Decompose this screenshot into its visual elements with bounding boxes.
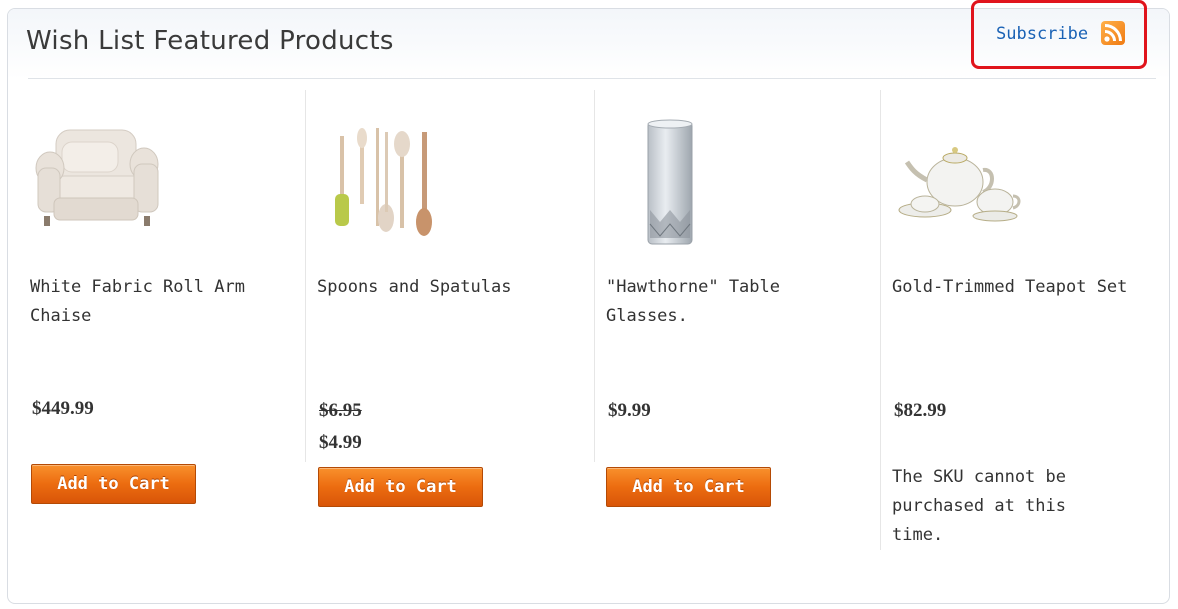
product-image-teapot-set[interactable] — [895, 140, 1030, 229]
column-divider — [880, 90, 881, 550]
product-image-glass[interactable] — [640, 118, 700, 252]
product-price: $9.99 — [608, 400, 651, 421]
column-divider — [305, 90, 306, 462]
product-image-armchair[interactable] — [34, 124, 164, 238]
header-divider — [28, 78, 1156, 79]
product-name[interactable]: Spoons and Spatulas — [317, 273, 577, 302]
add-to-cart-button[interactable]: Add to Cart — [318, 467, 483, 507]
product-price: $82.99 — [894, 400, 947, 421]
sku-unavailable-message: The SKU cannot be purchased at this time… — [892, 467, 1066, 545]
product-price: $4.99 — [319, 432, 362, 453]
add-to-cart-button[interactable]: Add to Cart — [31, 464, 196, 504]
product-name[interactable]: Gold-Trimmed Teapot Set — [892, 273, 1152, 302]
column-divider — [594, 90, 595, 462]
widget-title: Wish List Featured Products — [26, 26, 394, 56]
product-name[interactable]: White Fabric Roll Arm Chaise — [30, 273, 280, 331]
rss-icon[interactable] — [1101, 21, 1125, 45]
subscribe-link[interactable]: Subscribe — [996, 24, 1088, 44]
product-name[interactable]: "Hawthorne" Table Glasses. — [606, 273, 846, 331]
product-old-price: $6.95 — [319, 400, 362, 421]
add-to-cart-button[interactable]: Add to Cart — [606, 467, 771, 507]
product-image-spoons-spatulas[interactable] — [330, 124, 440, 248]
product-price: $449.99 — [32, 398, 94, 419]
